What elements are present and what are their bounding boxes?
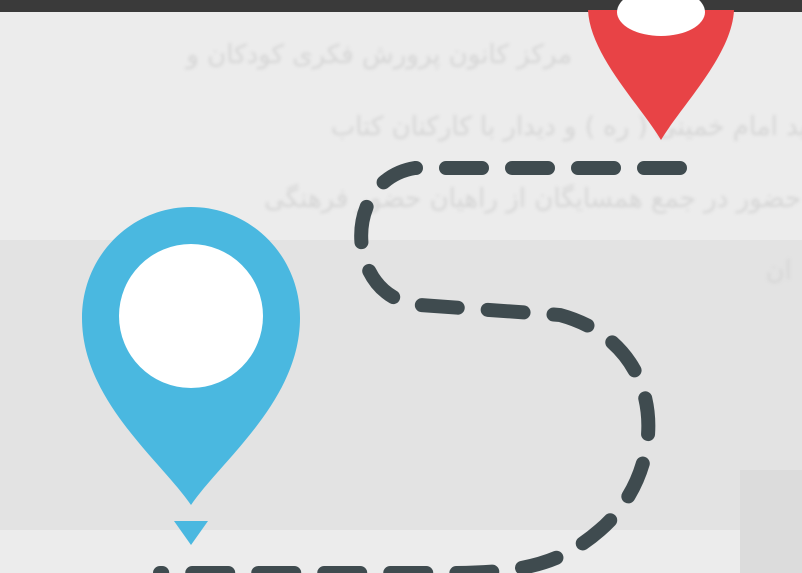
end-pin (588, 0, 734, 140)
start-pin (82, 207, 300, 545)
start-pin-tip (174, 521, 208, 545)
start-pin-hole (119, 244, 263, 388)
route-illustration (82, 0, 734, 573)
